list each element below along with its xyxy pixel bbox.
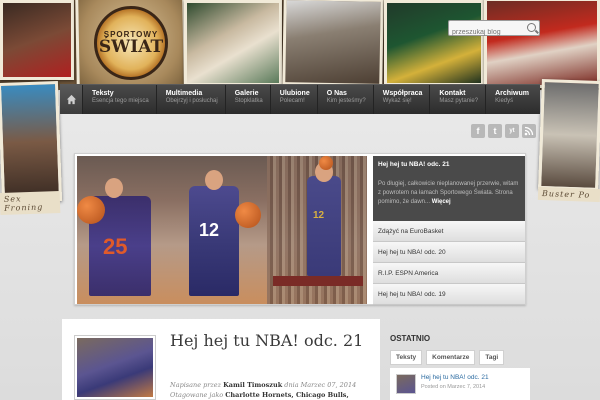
tab-teksty[interactable]: Teksty <box>390 350 423 365</box>
collage-photo <box>384 0 484 86</box>
nav-item-archiwum[interactable]: Archiwum Kiedyś <box>485 85 536 114</box>
nav-item-subtitle: Obejrzyj i posłuchaj <box>165 98 218 104</box>
featured-item-active[interactable]: Hej hej tu NBA! odc. 21 Po długiej, całk… <box>373 156 525 221</box>
nav-item-subtitle: Esencja tego miejsca <box>92 98 149 104</box>
site-logo[interactable]: SPORTOWY ŚWIAT <box>94 6 168 80</box>
list-item-text: Hej hej tu NBA! odc. 21 Posted on Marzec… <box>421 374 489 394</box>
meta-date: dnia Marzec 07, 2014 <box>284 381 357 389</box>
main-nav: Teksty Esencja tego miejsca Multimedia O… <box>60 84 540 114</box>
search-box <box>448 20 540 40</box>
post-tags-links[interactable]: Charlotte Hornets, Chicago Bulls, <box>225 391 348 399</box>
post-author-link[interactable]: Kamil Timoszuk <box>223 381 282 389</box>
jersey-number: 12 <box>199 220 220 240</box>
nav-item-title: Ulubione <box>279 90 310 97</box>
collage-photo <box>184 0 282 86</box>
nav-item-title: Archiwum <box>495 90 529 97</box>
post-card: Hej hej tu NBA! odc. 21 Napisane przez K… <box>62 319 380 400</box>
rss-icon[interactable] <box>522 124 536 138</box>
social-links: f t yt <box>471 124 536 138</box>
meta-prefix: Napisane przez <box>170 381 222 389</box>
list-item[interactable]: Hej hej tu NBA! odc. 21 Posted on Marzec… <box>396 374 524 394</box>
player-head <box>105 178 123 198</box>
side-photo-right <box>538 78 600 192</box>
player-head <box>205 170 223 190</box>
nav-item-title: Multimedia <box>165 90 203 97</box>
nav-item-subtitle: Polecam! <box>279 98 305 104</box>
nav-item-wspolpraca[interactable]: Współpraca Wykaż się! <box>372 85 430 114</box>
list-item-thumbnail <box>396 374 416 394</box>
nav-item-ulubione[interactable]: Ulubione Polecam! <box>269 85 317 114</box>
facebook-icon[interactable]: f <box>471 124 485 138</box>
jersey-number: 12 <box>313 210 325 221</box>
twitter-icon[interactable]: t <box>488 124 502 138</box>
nav-item-subtitle: Stopklatka <box>234 98 263 104</box>
photo-caption-left: Sex Froning <box>0 190 61 216</box>
nav-item-o-nas[interactable]: O Nas Kim jesteśmy? <box>316 85 373 114</box>
nav-item-teksty[interactable]: Teksty Esencja tego miejsca <box>82 85 156 114</box>
featured-list: Hej hej tu NBA! odc. 21 Po długiej, całk… <box>373 156 525 305</box>
tab-komentarze[interactable]: Komentarze <box>426 350 476 365</box>
home-button[interactable] <box>60 85 82 114</box>
featured-active-title: Hej hej tu NBA! odc. 21 <box>378 161 450 168</box>
nav-item-subtitle: Kiedyś <box>495 98 514 104</box>
list-item-date: Posted on Marzec 7, 2014 <box>421 384 486 390</box>
collage-photo <box>282 0 384 87</box>
collage-photo <box>484 0 600 88</box>
basketball <box>235 202 261 228</box>
featured-active-desc: Po długiej, całkowicie nieplanowanej prz… <box>378 180 520 207</box>
featured-item[interactable]: Zdążyć na EuroBasket <box>373 221 525 242</box>
page: SPORTOWY ŚWIAT Sex Froning Buster Po Tek… <box>0 0 600 400</box>
home-icon <box>66 94 76 105</box>
sidebar-tabs: Teksty Komentarze Tagi <box>390 350 505 365</box>
player-figure: 12 <box>307 176 341 276</box>
nav-item-galerie[interactable]: Galerie Stopklatka <box>224 85 270 114</box>
tab-tagi[interactable]: Tagi <box>479 350 505 365</box>
player-figure: 12 <box>189 186 239 296</box>
nav-item-kontakt[interactable]: Kontakt Masz pytanie? <box>429 85 485 114</box>
post-thumbnail[interactable] <box>74 335 156 400</box>
post-meta: Napisane przez Kamil Timoszuk dnia Marze… <box>170 380 370 400</box>
featured-slider: 25 12 12 Hej hej tu NBA! odc. 21 Po dług… <box>74 153 526 305</box>
jersey-number: 25 <box>103 234 128 259</box>
header-collage: SPORTOWY ŚWIAT <box>0 0 600 90</box>
post-title[interactable]: Hej hej tu NBA! odc. 21 <box>170 331 370 351</box>
nav-item-title: O Nas <box>326 90 347 97</box>
featured-item[interactable]: R.I.P. ESPN America <box>373 263 525 284</box>
nav-item-subtitle: Masz pytanie? <box>439 98 479 104</box>
nav-item-title: Galerie <box>234 90 259 97</box>
side-photo-left <box>0 80 63 204</box>
court-post <box>273 276 363 286</box>
read-more-link[interactable]: Więcej <box>432 199 451 205</box>
photo-caption-right: Buster Po <box>537 186 600 203</box>
collage-photo <box>0 0 74 80</box>
list-item-title[interactable]: Hej hej tu NBA! odc. 21 <box>421 374 489 381</box>
sidebar-heading: OSTATNIO <box>390 334 431 343</box>
basketball <box>319 156 333 170</box>
featured-image[interactable]: 25 12 12 <box>77 156 367 304</box>
basketball <box>77 196 105 224</box>
search-input[interactable] <box>449 25 525 40</box>
youtube-icon[interactable]: yt <box>505 124 519 138</box>
nav-item-multimedia[interactable]: Multimedia Obejrzyj i posłuchaj <box>155 85 225 114</box>
nav-item-title: Współpraca <box>382 90 423 97</box>
nav-item-subtitle: Kim jesteśmy? <box>326 98 366 104</box>
meta-tags-prefix: Otagowane jako <box>170 391 224 399</box>
nav-item-title: Kontakt <box>439 90 466 97</box>
nav-item-title: Teksty <box>92 90 114 97</box>
featured-item[interactable]: Hej hej tu NBA! odc. 19 <box>373 284 525 305</box>
search-icon[interactable] <box>527 23 536 32</box>
nav-item-subtitle: Wykaż się! <box>382 98 412 104</box>
logo-text-bottom: ŚWIAT <box>98 37 164 57</box>
featured-item[interactable]: Hej hej tu NBA! odc. 20 <box>373 242 525 263</box>
sidebar-list: Hej hej tu NBA! odc. 21 Posted on Marzec… <box>390 368 530 400</box>
